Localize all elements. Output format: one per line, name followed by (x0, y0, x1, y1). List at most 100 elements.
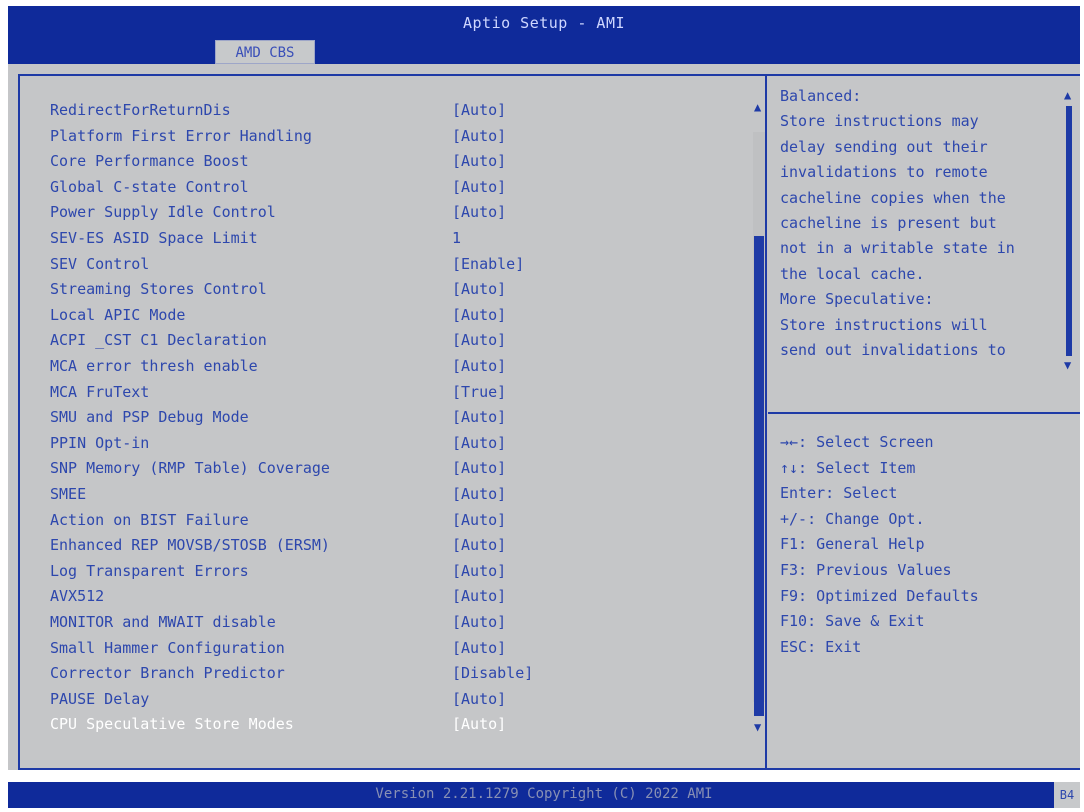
setting-label: MCA FruText (50, 382, 150, 401)
post-code-badge: B4 (1054, 782, 1080, 808)
setting-row[interactable]: Enhanced REP MOVSB/STOSB (ERSM) [Auto] (50, 533, 750, 557)
setting-row[interactable]: Platform First Error Handling [Auto] (50, 124, 750, 148)
setting-row[interactable]: AVX512 [Auto] (50, 584, 750, 608)
help-scroll-down-arrow-icon[interactable]: ▼ (1064, 358, 1071, 372)
setting-value[interactable]: [Auto] (452, 431, 506, 455)
setting-label: PPIN Opt-in (50, 433, 150, 452)
key-hint: Enter: Select (780, 484, 898, 503)
setting-row[interactable]: SMU and PSP Debug Mode [Auto] (50, 405, 750, 429)
setting-value[interactable]: [Auto] (452, 636, 506, 660)
setting-row[interactable]: SEV-ES ASID Space Limit 1 (50, 226, 750, 250)
setting-row[interactable]: PPIN Opt-in [Auto] (50, 431, 750, 455)
setting-label: Local APIC Mode (50, 305, 186, 324)
setting-row[interactable]: MONITOR and MWAIT disable [Auto] (50, 610, 750, 634)
setting-label: Action on BIST Failure (50, 510, 249, 529)
setting-label: Enhanced REP MOVSB/STOSB (ERSM) (50, 536, 330, 555)
setting-row[interactable]: Local APIC Mode [Auto] (50, 303, 750, 327)
setting-value[interactable]: [Auto] (452, 354, 506, 378)
setting-value[interactable]: [Enable] (452, 252, 524, 276)
setting-label: SNP Memory (RMP Table) Coverage (50, 459, 330, 478)
setting-row[interactable]: Power Supply Idle Control [Auto] (50, 200, 750, 224)
setting-label: Power Supply Idle Control (50, 203, 276, 222)
setting-label: RedirectForReturnDis (50, 101, 231, 119)
settings-panel: RedirectForReturnDis [Auto] Platform First… (18, 74, 768, 770)
setting-row[interactable]: Corrector Branch Predictor [Disable] (50, 661, 750, 685)
help-scroll-up-arrow-icon[interactable]: ▲ (1064, 88, 1071, 102)
key-hint: →←: Select Screen (780, 433, 934, 451)
header-bar: Aptio Setup - AMI AMD CBS (8, 6, 1080, 64)
settings-scrollbar-thumb[interactable] (754, 236, 764, 716)
setting-label: SEV-ES ASID Space Limit (50, 229, 258, 247)
setting-row[interactable]: MCA error thresh enable [Auto] (50, 354, 750, 378)
setting-row[interactable]: Action on BIST Failure [Auto] (50, 508, 750, 532)
help-text: Balanced: Store instructions may delay s… (780, 87, 1015, 360)
key-hint: F3: Previous Values (780, 560, 952, 579)
setting-value[interactable]: [Auto] (452, 508, 506, 532)
setting-row[interactable]: Small Hammer Configuration [Auto] (50, 636, 750, 660)
setting-label: PAUSE Delay (50, 689, 150, 708)
setting-value[interactable]: [Auto] (452, 175, 506, 199)
setting-value[interactable]: [Auto] (452, 559, 506, 583)
setting-value[interactable]: [True] (452, 380, 506, 404)
setting-row[interactable]: Log Transparent Errors [Auto] (50, 559, 750, 583)
footer-bar: Version 2.21.1279 Copyright (C) 2022 AMI… (8, 782, 1080, 808)
setting-label: Streaming Stores Control (50, 280, 267, 299)
setting-row[interactable]: MCA FruText [True] (50, 380, 750, 404)
setting-label: SMEE (50, 485, 87, 503)
setting-value[interactable]: 1 (452, 226, 461, 250)
setting-value[interactable]: [Auto] (452, 687, 506, 711)
main-area: RedirectForReturnDis [Auto] Platform First… (8, 64, 1080, 770)
setting-row[interactable]: ACPI _CST C1 Declaration [Auto] (50, 328, 750, 352)
setting-row[interactable]: SEV Control [Enable] (50, 252, 750, 276)
setting-label: MONITOR and MWAIT disable (50, 613, 276, 631)
setting-row[interactable]: Global C-state Control [Auto] (50, 175, 750, 199)
setting-value[interactable]: [Auto] (452, 610, 506, 634)
setting-value[interactable]: [Auto] (452, 712, 506, 736)
panel-divider (765, 74, 767, 770)
setting-value[interactable]: [Auto] (452, 303, 506, 327)
key-legend: →←: Select Screen ↑↓: Select Item Enter: S… (780, 430, 1070, 660)
setting-row[interactable]: CPU Speculative Store Modes [Auto] (50, 712, 750, 736)
setting-value[interactable]: [Auto] (452, 584, 506, 608)
setting-row[interactable]: PAUSE Delay [Auto] (50, 687, 750, 711)
setting-value[interactable]: [Auto] (452, 98, 506, 122)
setting-row[interactable]: SNP Memory (RMP Table) Coverage [Auto] (50, 456, 750, 480)
setting-label: SEV Control (50, 254, 150, 273)
version-text: Version 2.21.1279 Copyright (C) 2022 AMI (375, 786, 713, 802)
scroll-up-arrow-icon[interactable]: ▲ (754, 100, 761, 114)
setting-row[interactable]: SMEE [Auto] (50, 482, 750, 506)
setting-value[interactable]: [Auto] (452, 482, 506, 506)
setting-value[interactable]: [Auto] (452, 328, 506, 352)
help-divider (768, 412, 1080, 414)
setting-row[interactable]: Streaming Stores Control [Auto] (50, 277, 750, 301)
key-hint: F1: General Help (780, 535, 925, 554)
setting-label: SMU and PSP Debug Mode (50, 408, 249, 427)
setting-label: CPU Speculative Store Modes (50, 715, 294, 734)
setting-label: MCA error thresh enable (50, 357, 258, 375)
tab-amd-cbs[interactable]: AMD CBS (215, 40, 315, 64)
setting-label: Corrector Branch Predictor (50, 664, 285, 683)
key-hint: +/-: Change Opt. (780, 509, 925, 528)
key-hint: ↑↓: Select Item (780, 458, 916, 477)
setting-value[interactable]: [Auto] (452, 277, 506, 301)
scroll-down-arrow-icon[interactable]: ▼ (754, 720, 761, 734)
key-hint: F10: Save & Exit (780, 612, 925, 631)
setting-value[interactable]: [Auto] (452, 200, 506, 224)
setting-value[interactable]: [Auto] (452, 456, 506, 480)
setting-label: Small Hammer Configuration (50, 638, 285, 657)
setting-label: AVX512 (50, 587, 105, 606)
help-panel: Balanced: Store instructions may delay s… (768, 74, 1080, 770)
setting-value[interactable]: [Auto] (452, 124, 506, 148)
setting-label: Core Performance Boost (50, 152, 249, 171)
setting-label: ACPI _CST C1 Declaration (50, 331, 267, 350)
key-hint: F9: Optimized Defaults (780, 586, 979, 605)
setting-row[interactable]: RedirectForReturnDis [Auto] (50, 98, 750, 122)
setting-value[interactable]: [Auto] (452, 149, 506, 173)
help-scrollbar-thumb[interactable] (1066, 106, 1072, 356)
setting-value[interactable]: [Auto] (452, 533, 506, 557)
setting-row[interactable]: Core Performance Boost [Auto] (50, 149, 750, 173)
setting-label: Global C-state Control (50, 177, 249, 196)
setting-value[interactable]: [Disable] (452, 661, 533, 685)
setting-value[interactable]: [Auto] (452, 405, 506, 429)
setting-label: Platform First Error Handling (50, 126, 312, 145)
